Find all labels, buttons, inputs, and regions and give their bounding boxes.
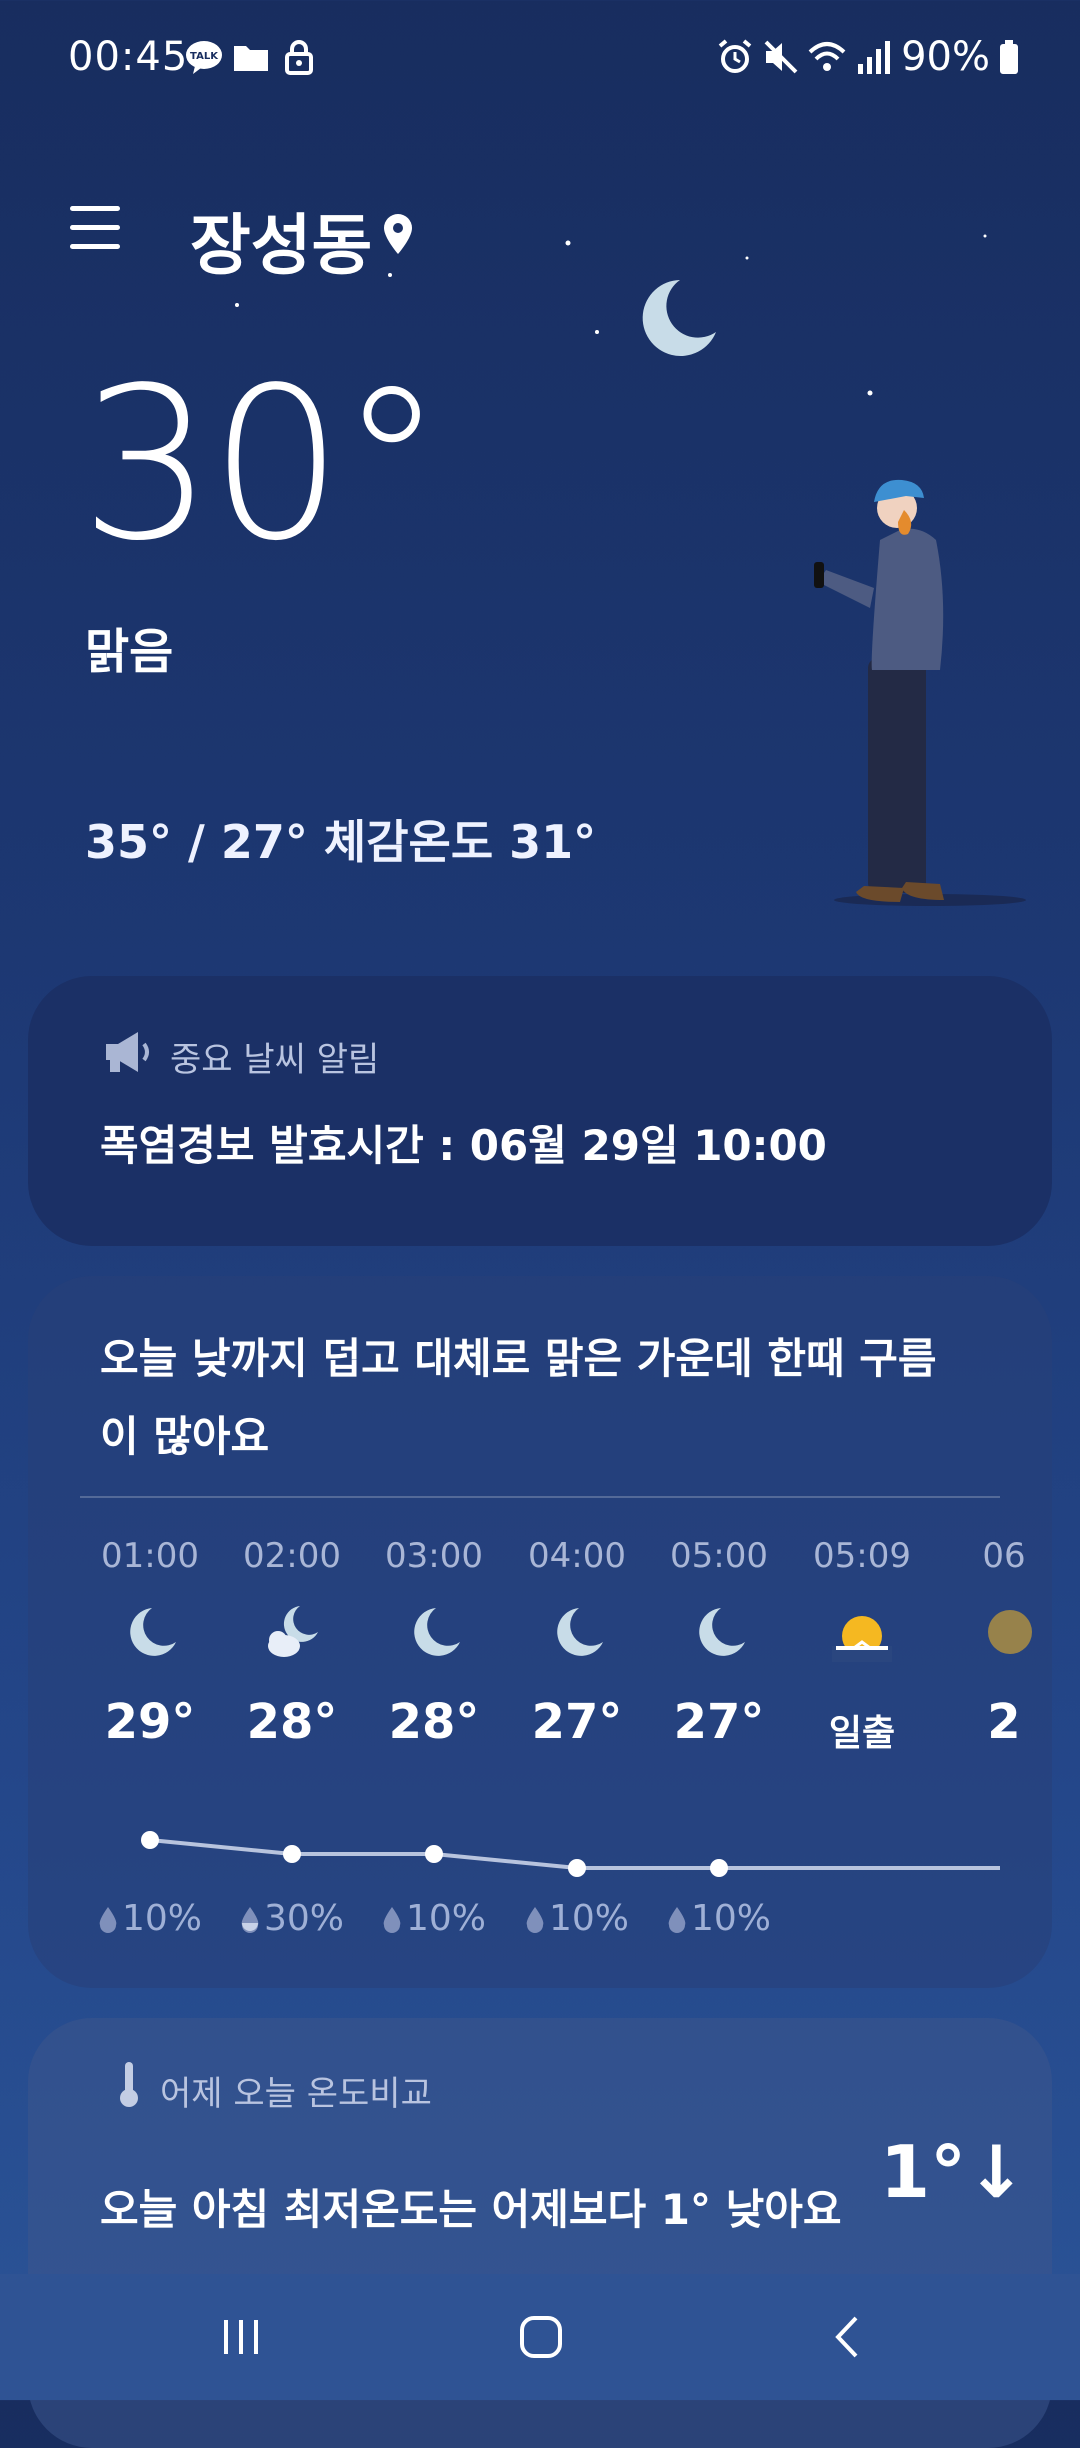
trend-point (710, 1859, 728, 1877)
battery-percent: 90% (901, 34, 990, 80)
hour-temperature: 28° (388, 1694, 480, 1750)
weather-alert-card[interactable] (28, 976, 1052, 1246)
current-temperature: 30° (80, 342, 444, 587)
divider (80, 1496, 1000, 1498)
moon-icon (689, 1602, 749, 1662)
back-icon[interactable] (826, 2314, 872, 2360)
hour-time: 01:00 (101, 1536, 199, 1576)
current-condition: 맑음 (85, 624, 174, 680)
recent-apps-icon[interactable] (218, 2314, 264, 2360)
precipitation-chance: 30% (240, 1898, 344, 1939)
hour-temperature: 27° (531, 1694, 623, 1750)
navigation-bar (0, 2274, 1080, 2400)
hour-temperature: 28° (246, 1694, 338, 1750)
megaphone-icon (106, 1032, 149, 1072)
sunrise-icon (832, 1602, 892, 1662)
precipitation-chance: 10% (382, 1898, 486, 1939)
raindrop-icon (526, 1907, 544, 1933)
raindrop-icon (241, 1907, 259, 1933)
trend-point (141, 1831, 159, 1849)
moon-icon (547, 1602, 607, 1662)
kakaotalk-icon: TALK (186, 41, 222, 74)
forecast-summary: 오늘 낮까지 덥고 대체로 맑은 가운데 한때 구름이 많아요 (100, 1334, 937, 1461)
status-time: 00:45 (68, 34, 189, 80)
hour-time: 05:00 (670, 1536, 768, 1576)
compare-title: 어제 오늘 온도비교 (160, 2074, 432, 2114)
status-bar: 00:45 TALK 90% (0, 0, 1080, 120)
trend-point (283, 1845, 301, 1863)
hour-temperature: 29° (104, 1694, 196, 1750)
alert-title: 중요 날씨 알림 (170, 1040, 380, 1080)
alert-text: 폭염경보 발효시간 : 06월 29일 10:00 (100, 1121, 827, 1170)
trend-point (568, 1859, 586, 1877)
raindrop-icon (383, 1907, 401, 1933)
alarm-icon (718, 39, 752, 73)
temperature-trend-line (141, 1831, 1000, 1877)
min-max-feels-like: 35° / 27° 체감온도 31° (85, 815, 597, 869)
compare-text: 오늘 아침 최저온도는 어제보다 1° 낮아요 (100, 2185, 842, 2234)
hour-temperature: 27° (673, 1694, 765, 1750)
raindrop-icon (668, 1907, 686, 1933)
compare-value: 1°↓ (880, 2130, 1027, 2214)
moon-icon (404, 1602, 464, 1662)
raindrop-icon (99, 1907, 117, 1933)
folder-icon (234, 46, 268, 71)
talk-badge: TALK (190, 51, 219, 62)
hour-time: 06 (982, 1536, 1026, 1576)
sun-icon (974, 1602, 1034, 1662)
lock-icon (285, 40, 313, 75)
hour-time: 05:09 (813, 1536, 911, 1576)
hour-time: 04:00 (528, 1536, 626, 1576)
battery-icon (1000, 40, 1018, 74)
hour-time: 02:00 (243, 1536, 341, 1576)
precipitation-chance: 10% (98, 1898, 202, 1939)
mute-icon (764, 40, 798, 74)
home-icon[interactable] (518, 2314, 564, 2360)
sunrise-label: 일출 (828, 1713, 896, 1754)
precipitation-chance: 10% (525, 1898, 629, 1939)
trend-point (425, 1845, 443, 1863)
person-illustration (814, 479, 1026, 906)
precipitation-chance: 10% (667, 1898, 771, 1939)
moon-cloud-icon (262, 1602, 322, 1662)
moon-icon (120, 1602, 180, 1662)
signal-icon (858, 41, 890, 74)
moon-icon (642, 280, 716, 356)
hour-temperature: 2 (987, 1694, 1021, 1750)
wifi-icon (808, 42, 846, 71)
thermometer-icon (120, 2062, 138, 2107)
hour-time: 03:00 (385, 1536, 483, 1576)
